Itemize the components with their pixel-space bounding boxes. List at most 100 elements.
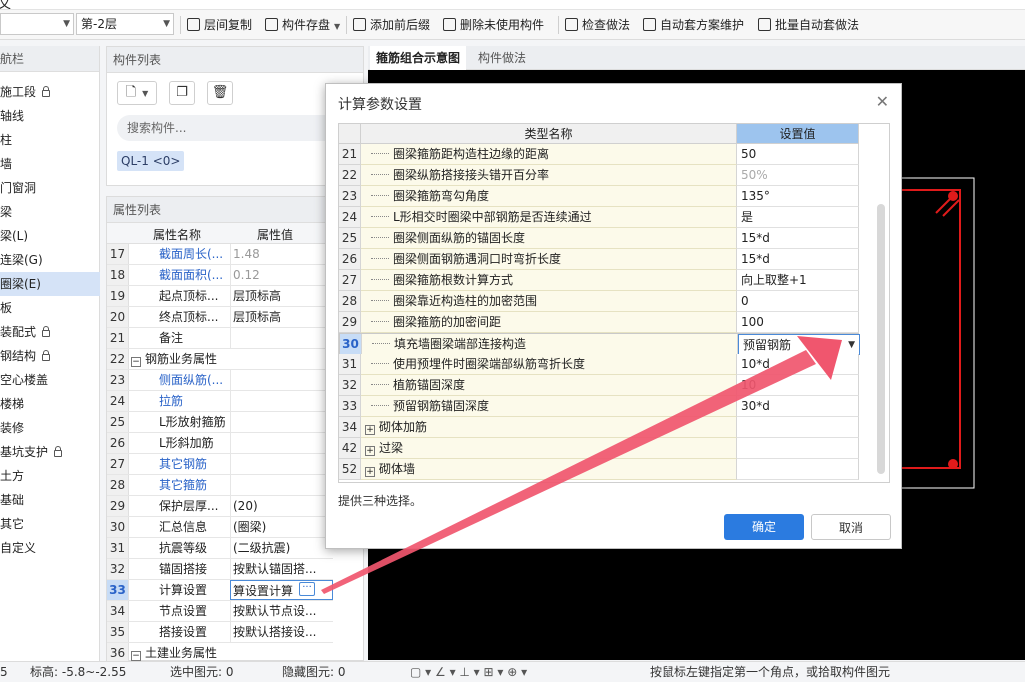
nav-item[interactable]: 圈梁(E)	[0, 272, 100, 296]
property-row[interactable]: 21 备注	[107, 328, 333, 349]
setting-value[interactable]: 135°	[737, 186, 859, 207]
property-row[interactable]: 35 搭接设置 按默认搭接设...	[107, 622, 333, 643]
nav-item[interactable]: 轴线	[0, 104, 100, 128]
check-method-button[interactable]: 检查做法	[565, 14, 630, 36]
nav-item[interactable]: 连梁(G)	[0, 248, 100, 272]
copy-floor-button[interactable]: 层间复制	[187, 14, 252, 36]
property-row[interactable]: 17 截面周长(... 1.48	[107, 244, 333, 265]
ok-button[interactable]: 确定	[724, 514, 804, 540]
property-row[interactable]: 20 终点顶标... 层顶标高	[107, 307, 333, 328]
component-item[interactable]: QL-1 <0>	[117, 151, 185, 171]
setting-value[interactable]	[737, 417, 859, 438]
property-row[interactable]: 28 其它箍筋	[107, 475, 333, 496]
setting-value[interactable]	[737, 459, 859, 480]
setting-value[interactable]	[737, 438, 859, 459]
collapse-icon[interactable]: −	[131, 651, 141, 661]
property-value[interactable]	[230, 391, 333, 411]
property-row[interactable]: 27 其它钢筋	[107, 454, 333, 475]
property-value[interactable]	[230, 412, 333, 432]
property-row[interactable]: 24 拉筋	[107, 391, 333, 412]
chevron-down-icon[interactable]: ▼	[848, 335, 855, 354]
property-value[interactable]: (圈梁)	[230, 517, 333, 537]
property-row[interactable]: 26 L形斜加筋	[107, 433, 333, 454]
setting-value[interactable]: 100	[737, 312, 859, 333]
property-row[interactable]: 29 保护层厚... (20)	[107, 496, 333, 517]
nav-item[interactable]: 基础	[0, 488, 100, 512]
property-row[interactable]: 33 计算设置 算设置计算 ···	[107, 580, 333, 601]
delete-unused-button[interactable]: 删除未使用构件	[443, 14, 544, 36]
property-value[interactable]: 层顶标高	[230, 307, 333, 327]
nav-item[interactable]: 钢结构	[0, 344, 100, 368]
property-row[interactable]: 30 汇总信息 (圈梁)	[107, 517, 333, 538]
setting-value[interactable]: 10*d	[737, 354, 859, 375]
property-value[interactable]: 1.48	[230, 244, 333, 264]
add-prefix-suffix-button[interactable]: 添加前后缀	[353, 14, 430, 36]
settings-row[interactable]: 27 圈梁箍筋根数计算方式 向上取整+1	[339, 270, 859, 291]
nav-item[interactable]: 装配式	[0, 320, 100, 344]
expand-icon[interactable]: +	[365, 467, 375, 477]
floor-select[interactable]: 第-2层 ▼	[76, 13, 174, 35]
nav-item[interactable]: 土方	[0, 464, 100, 488]
cancel-button[interactable]: 取消	[811, 514, 891, 540]
expand-icon[interactable]: +	[365, 446, 375, 456]
delete-component-button[interactable]: 🗑	[207, 81, 233, 105]
collapse-icon[interactable]: −	[131, 357, 141, 367]
settings-row[interactable]: 32 植筋锚固深度 10	[339, 375, 859, 396]
property-value[interactable]	[230, 433, 333, 453]
nav-item[interactable]: 楼梯	[0, 392, 100, 416]
tab-rebar-diagram[interactable]: 箍筋组合示意图	[370, 46, 467, 70]
nav-item[interactable]: 其它	[0, 512, 100, 536]
property-value[interactable]: 算设置计算	[230, 580, 333, 600]
save-component-button[interactable]: 构件存盘 ▼	[265, 14, 340, 36]
settings-row[interactable]: 26 圈梁侧面钢筋遇洞口时弯折长度 15*d	[339, 249, 859, 270]
nav-item[interactable]: 梁	[0, 200, 100, 224]
settings-row[interactable]: 21 圈梁箍筋距构造柱边缘的距离 50	[339, 144, 859, 165]
settings-row[interactable]: 25 圈梁侧面纵筋的锚固长度 15*d	[339, 228, 859, 249]
nav-item[interactable]: 柱	[0, 128, 100, 152]
property-row[interactable]: 23 侧面纵筋(...	[107, 370, 333, 391]
nav-item[interactable]: 装修	[0, 416, 100, 440]
property-value[interactable]: 按默认锚固搭...	[230, 559, 333, 579]
batch-auto-button[interactable]: 批量自动套做法	[758, 14, 859, 36]
settings-row[interactable]: 24 L形相交时圈梁中部钢筋是否连续通过 是	[339, 207, 859, 228]
nav-item[interactable]: 自定义	[0, 536, 100, 560]
settings-row[interactable]: 33 预留钢筋锚固深度 30*d	[339, 396, 859, 417]
property-row[interactable]: 25 L形放射箍筋	[107, 412, 333, 433]
setting-value[interactable]: 15*d	[737, 249, 859, 270]
nav-item[interactable]: 板	[0, 296, 100, 320]
setting-value[interactable]: 30*d	[737, 396, 859, 417]
property-row[interactable]: 31 抗震等级 (二级抗震)	[107, 538, 333, 559]
setting-value[interactable]: 10	[737, 375, 859, 396]
nav-item[interactable]: 门窗洞	[0, 176, 100, 200]
property-value[interactable]: (20)	[230, 496, 333, 516]
property-row[interactable]: 19 起点顶标... 层顶标高	[107, 286, 333, 307]
new-component-button[interactable]: 🗋 ▼	[117, 81, 157, 105]
setting-value[interactable]: 预留钢筋 ▼	[738, 334, 860, 355]
settings-row[interactable]: 29 圈梁箍筋的加密间距 100	[339, 312, 859, 333]
nav-item[interactable]: 梁(L)	[0, 224, 100, 248]
tab-component-method[interactable]: 构件做法	[472, 46, 532, 70]
property-row[interactable]: 32 锚固搭接 按默认锚固搭...	[107, 559, 333, 580]
auto-scheme-button[interactable]: 自动套方案维护	[643, 14, 744, 36]
settings-row[interactable]: 28 圈梁靠近构造柱的加密范围 0	[339, 291, 859, 312]
property-value[interactable]: (二级抗震)	[230, 538, 333, 558]
close-icon[interactable]: ✕	[876, 92, 889, 111]
setting-value[interactable]: 0	[737, 291, 859, 312]
settings-row[interactable]: 30 填充墙圈梁端部连接构造 预留钢筋 ▼	[339, 333, 860, 355]
settings-row[interactable]: 22 圈梁纵筋搭接接头错开百分率 50%	[339, 165, 859, 186]
property-row[interactable]: 18 截面面积(... 0.12	[107, 265, 333, 286]
setting-value[interactable]: 是	[737, 207, 859, 228]
settings-row[interactable]: 34 + 砌体加筋	[339, 417, 859, 438]
settings-row[interactable]: 52 + 砌体墙	[339, 459, 859, 480]
component-type-select[interactable]: ▼	[0, 13, 74, 35]
property-value[interactable]: 0.12	[230, 265, 333, 285]
settings-row[interactable]: 42 + 过梁	[339, 438, 859, 459]
property-value[interactable]	[230, 454, 333, 474]
settings-row[interactable]: 31 使用预埋件时圈梁端部纵筋弯折长度 10*d	[339, 354, 859, 375]
property-value[interactable]	[230, 328, 333, 348]
copy-component-button[interactable]: ❐	[169, 81, 195, 105]
nav-item[interactable]: 墙	[0, 152, 100, 176]
property-value[interactable]: 按默认搭接设...	[230, 622, 333, 642]
property-value[interactable]	[230, 475, 333, 495]
property-row[interactable]: 22− 钢筋业务属性	[107, 349, 333, 370]
